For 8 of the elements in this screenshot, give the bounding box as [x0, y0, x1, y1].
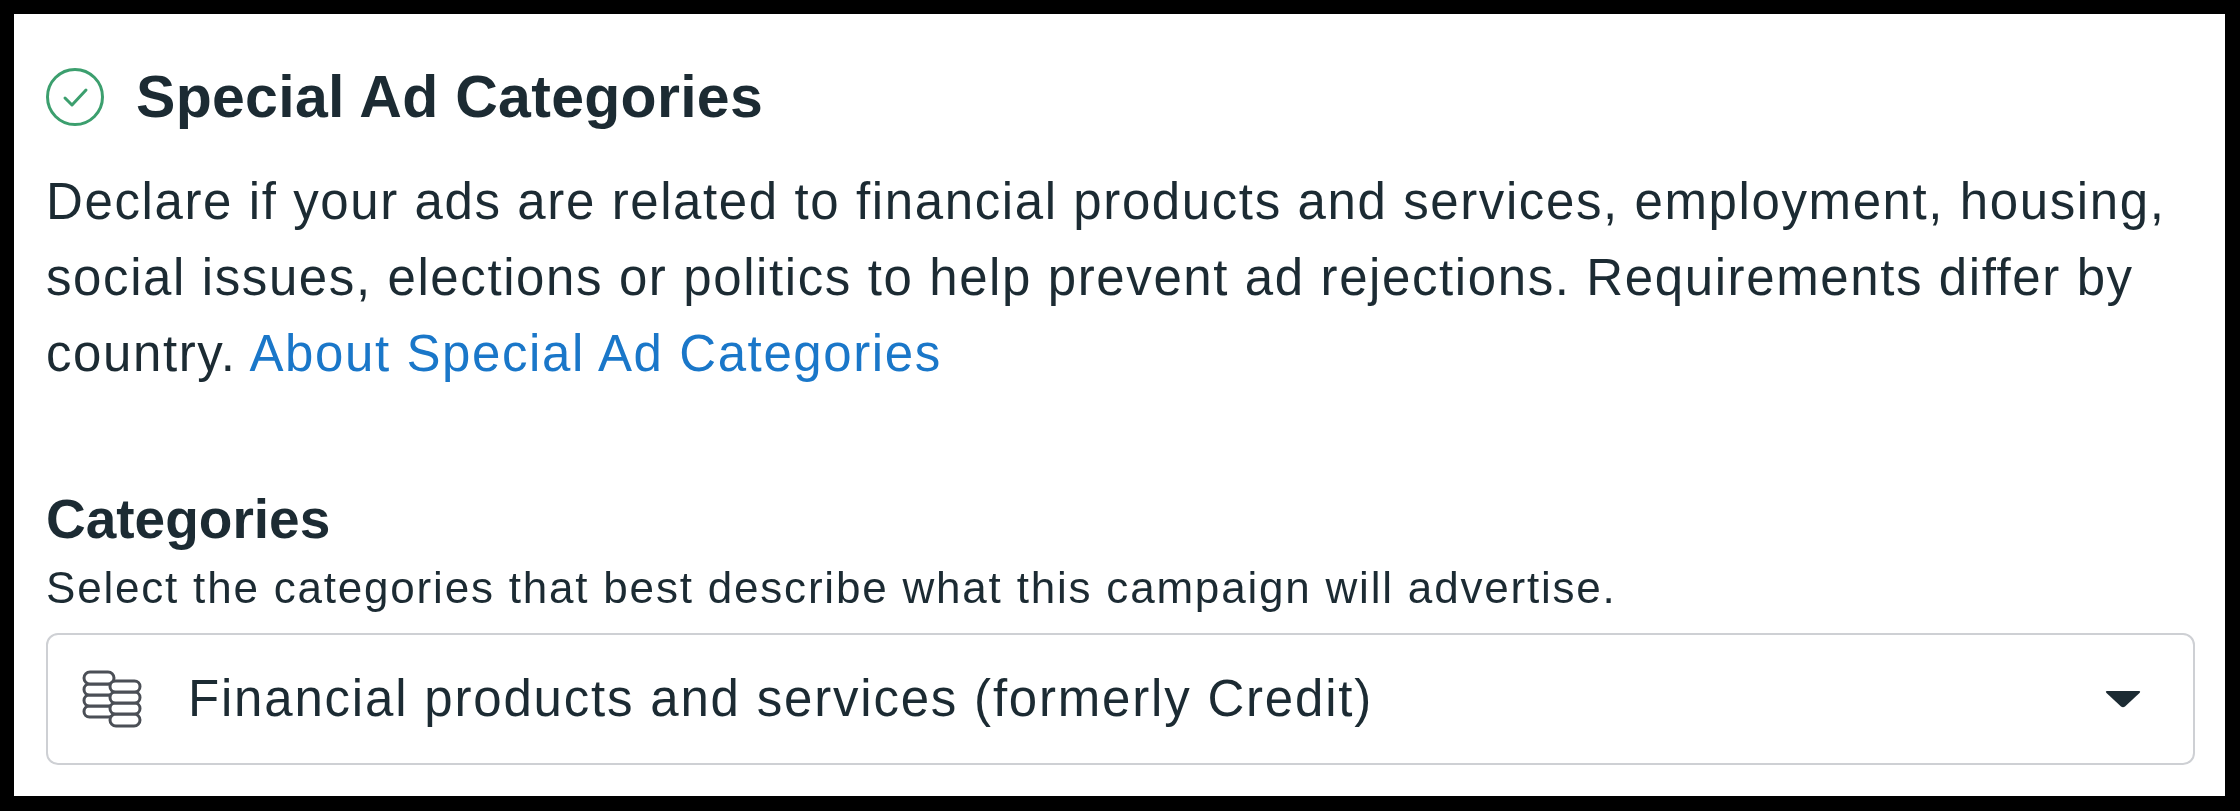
section-description: Declare if your ads are related to financial products and services, employment, housing, social issues, elections or politics to help prevent ad rejections. Requirements differ by country. About Special Ad Categories: [46, 171, 2167, 384]
about-link[interactable]: About Special Ad Categories: [249, 324, 942, 382]
section-title: Special Ad Categories: [136, 64, 764, 131]
category-dropdown[interactable]: Financial products and services (formerly Credit): [46, 632, 2195, 765]
categories-hint: Select the categories that best describe what this campaign will advertise.: [46, 562, 1618, 613]
coin-stacks-icon: [82, 669, 142, 728]
categories-heading: Categories: [46, 487, 332, 551]
caret-down-icon: [2105, 689, 2141, 708]
